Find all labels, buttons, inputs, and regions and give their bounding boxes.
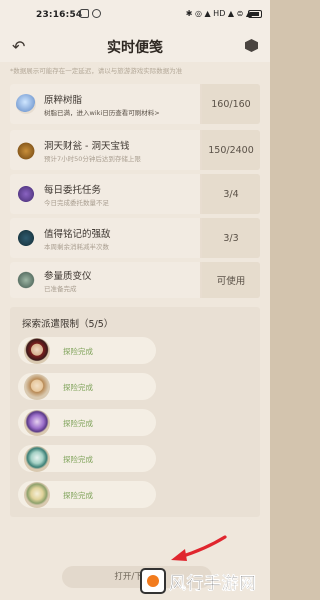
resin-icon (16, 94, 36, 114)
app-header: ↶ 实时便笺 (0, 30, 270, 62)
watermark-logo-icon (140, 568, 166, 594)
boss-icon (16, 228, 36, 248)
resource-row-realm-currency[interactable]: 洞天财瓮 - 洞天宝钱 预计7小时50分钟后达到存储上限 150/2400 (10, 130, 260, 170)
transformer-icon (16, 270, 36, 290)
expedition-item[interactable]: 探险完成 (18, 445, 156, 472)
resource-name: 参量质变仪 (44, 271, 92, 282)
resource-subtitle: 预计7小时50分钟后达到存储上限 (44, 155, 141, 163)
resource-value: 3/4 (202, 174, 260, 214)
resource-row-resin[interactable]: 原粹树脂 树脂已满，进入wiki日历查看可刷材料> 160/160 (10, 84, 260, 124)
resource-row-transformer[interactable]: 参量质变仪 已准备完成 可使用 (10, 262, 260, 298)
resource-row-daily-commissions[interactable]: 每日委托任务 今日完成委托数量不足 3/4 (10, 174, 260, 214)
resource-value: 3/3 (202, 218, 260, 258)
page-title: 实时便笺 (107, 40, 163, 56)
status-icons: ✱ ◎ ▲ HD ▲ ⊜ ▲ (185, 9, 252, 18)
sync-icon (92, 9, 101, 18)
resource-value: 150/2400 (202, 130, 260, 170)
resource-name: 洞天财瓮 - 洞天宝钱 (44, 141, 130, 152)
coin-icon (16, 140, 36, 160)
character-avatar (24, 410, 50, 436)
expedition-status: 探险完成 (63, 419, 93, 428)
status-bar: 23:16:54 ✱ ◎ ▲ HD ▲ ⊜ ▲ (0, 0, 270, 30)
daily-icon (16, 184, 36, 204)
expedition-item[interactable]: 探险完成 (18, 409, 156, 436)
character-avatar (24, 482, 50, 508)
expedition-status: 探险完成 (63, 383, 93, 392)
data-delay-notice: *数据展示可能存在一定延迟，请以与旅游游戏实际数据为准 (10, 67, 183, 75)
expedition-status: 探险完成 (63, 347, 93, 356)
expedition-status: 探险完成 (63, 455, 93, 464)
resource-value: 可使用 (202, 262, 260, 298)
expedition-status: 探险完成 (63, 491, 93, 500)
resource-subtitle: 本周剩余消耗减半次数 (44, 243, 109, 251)
resource-name: 每日委托任务 (44, 185, 102, 196)
resource-row-weekly-bosses[interactable]: 值得铭记的强敌 本周剩余消耗减半次数 3/3 (10, 218, 260, 258)
expedition-item[interactable]: 探险完成 (18, 481, 156, 508)
expedition-item[interactable]: 探险完成 (18, 373, 156, 400)
expedition-item[interactable]: 探险完成 (18, 337, 156, 364)
watermark-text: 风行手游网 (169, 573, 257, 594)
character-avatar (24, 446, 50, 472)
site-watermark: 风行手游网 (140, 566, 268, 596)
character-avatar (24, 338, 50, 364)
resource-name: 原粹树脂 (44, 95, 83, 106)
resource-main (10, 262, 200, 298)
resource-main (10, 84, 200, 124)
notification-icon (80, 9, 89, 18)
resource-subtitle[interactable]: 树脂已满，进入wiki日历查看可刷材料> (44, 107, 160, 117)
resource-value: 160/160 (202, 84, 260, 124)
character-avatar (24, 374, 50, 400)
resource-subtitle: 已准备完成 (44, 285, 77, 293)
status-time: 23:16:54 (36, 10, 83, 20)
resource-name: 值得铭记的强敌 (44, 229, 111, 240)
resource-subtitle: 今日完成委托数量不足 (44, 199, 109, 207)
battery-icon (248, 10, 262, 18)
resource-main (10, 174, 200, 214)
app-screen: 23:16:54 ✱ ◎ ▲ HD ▲ ⊜ ▲ ↶ 实时便笺 *数据展示可能存在… (0, 0, 270, 600)
expedition-title: 探索派遣限制（5/5） (22, 319, 114, 330)
expedition-panel: 探索派遣限制（5/5） 探险完成 探险完成 探险完成 探险完成 探险完成 (10, 307, 260, 517)
